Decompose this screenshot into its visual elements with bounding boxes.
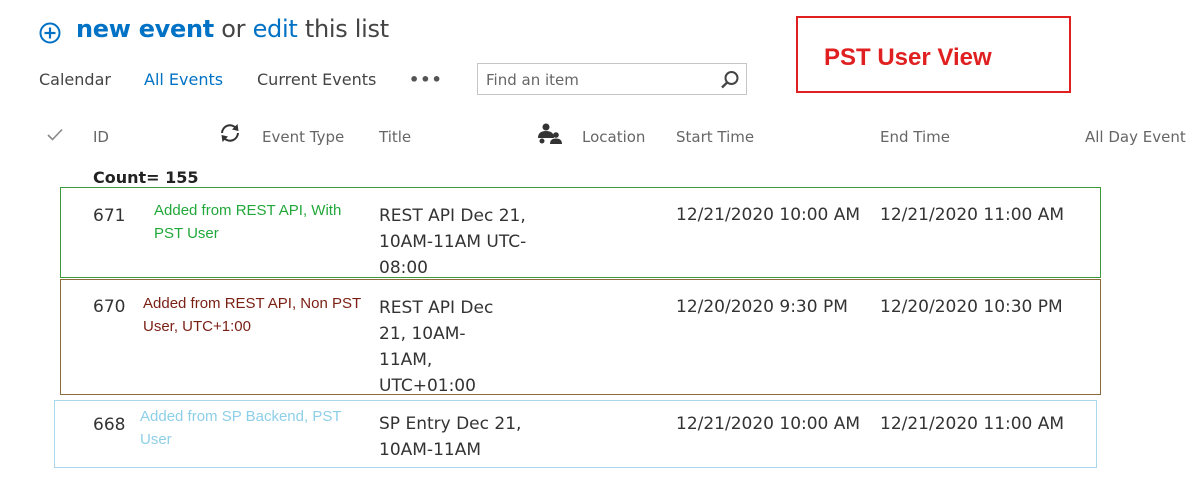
column-header-all-day-event[interactable]: All Day Event (1085, 128, 1186, 146)
callout-text: PST User View (824, 44, 992, 71)
row-annotation: Added from SP Backend, PST User (140, 408, 342, 448)
select-all-check-icon[interactable] (47, 128, 63, 142)
table-row[interactable]: 670 Added from REST API, Non PST User, U… (60, 279, 1101, 396)
row-annotation: Added from REST API, Non PST User, UTC+1… (143, 295, 361, 335)
tab-all-events[interactable]: All Events (144, 70, 223, 89)
add-circle-icon[interactable] (39, 22, 61, 44)
edit-list-link[interactable]: edit (253, 15, 298, 43)
row-id[interactable]: 668 (93, 415, 125, 435)
row-end-time: 12/21/2020 11:00 AM (880, 205, 1065, 225)
tab-current-events[interactable]: Current Events (257, 70, 376, 89)
search-icon[interactable] (720, 70, 740, 90)
row-title[interactable]: REST API Dec 21, 10AM-11AM UTC-08:00 (379, 203, 529, 281)
row-id[interactable]: 670 (93, 297, 125, 317)
row-annotation: Added from REST API, With PST User (154, 202, 342, 242)
column-header-id[interactable]: ID (93, 128, 109, 146)
search-input[interactable] (484, 68, 713, 92)
table-row[interactable]: 671 Added from REST API, With PST User R… (60, 187, 1101, 278)
row-start-time: 12/21/2020 10:00 AM (676, 205, 861, 225)
row-id[interactable]: 671 (93, 206, 125, 226)
column-header-title[interactable]: Title (379, 128, 411, 146)
row-title[interactable]: SP Entry Dec 21, 10AM-11AM (379, 411, 544, 463)
tab-calendar[interactable]: Calendar (39, 70, 111, 89)
search-box (477, 63, 747, 95)
column-header-end-time[interactable]: End Time (880, 128, 950, 146)
column-header-start-time[interactable]: Start Time (676, 128, 754, 146)
row-start-time: 12/21/2020 10:00 AM (676, 414, 861, 434)
column-header-location[interactable]: Location (582, 128, 645, 146)
recurrence-icon (221, 124, 239, 142)
list-actions-heading: new event or edit this list (76, 15, 389, 43)
row-end-time: 12/21/2020 11:00 AM (880, 414, 1065, 434)
more-views-button[interactable]: ••• (409, 70, 443, 89)
this-list-text: this list (304, 15, 389, 43)
row-start-time: 12/20/2020 9:30 PM (676, 297, 848, 317)
row-end-time: 12/20/2020 10:30 PM (880, 297, 1063, 317)
or-text: or (221, 15, 246, 43)
attendees-icon (538, 123, 562, 144)
new-event-link[interactable]: new event (76, 15, 214, 43)
annotation-callout: PST User View (796, 16, 1071, 93)
table-row[interactable]: 668 Added from SP Backend, PST User SP E… (54, 400, 1097, 468)
item-count: Count= 155 (93, 168, 199, 187)
row-title[interactable]: REST API Dec 21, 10AM- 11AM, UTC+01:00 (379, 295, 504, 399)
column-header-event-type[interactable]: Event Type (262, 128, 344, 146)
